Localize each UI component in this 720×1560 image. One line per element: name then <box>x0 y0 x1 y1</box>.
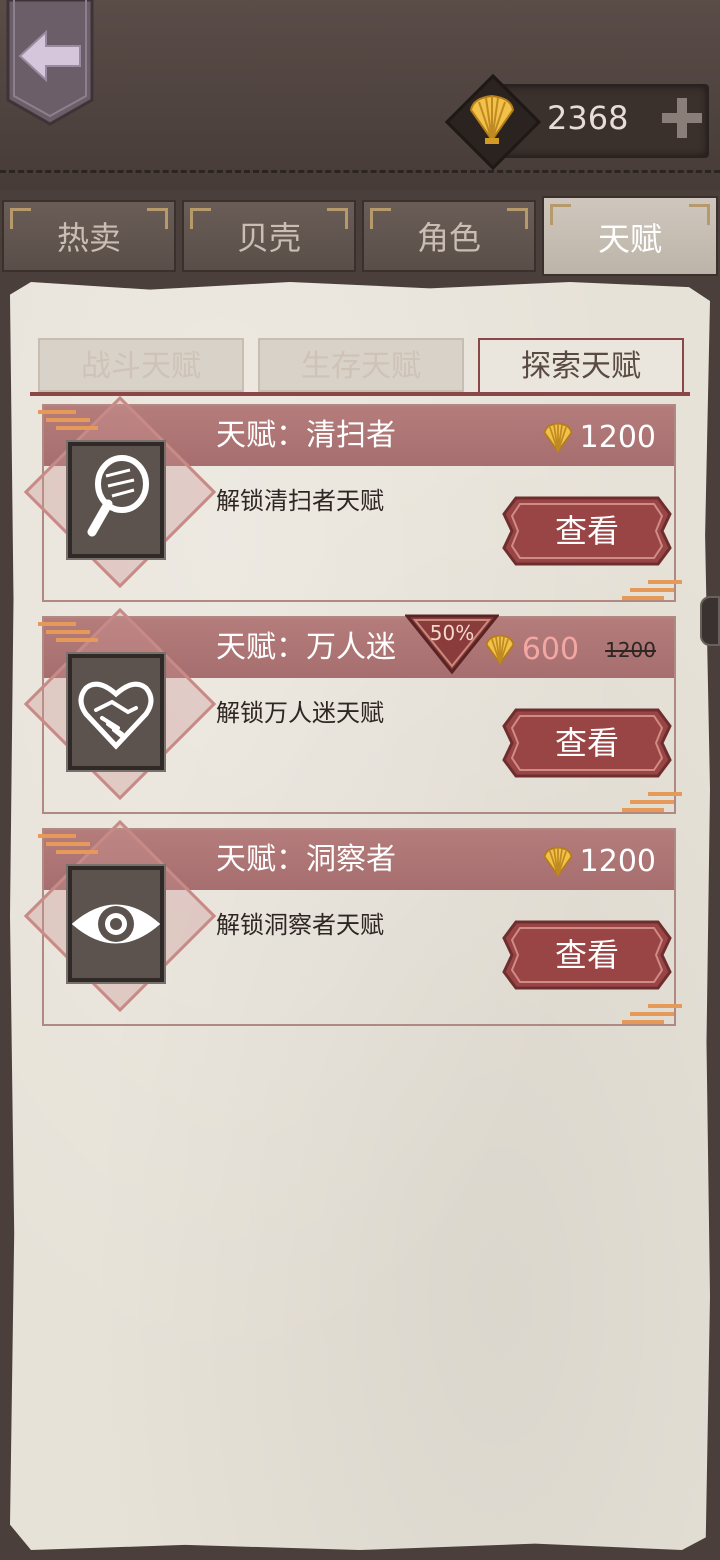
currency-amount: 2368 <box>547 99 629 137</box>
tab-corner-ornament <box>550 204 571 225</box>
view-button-label: 查看 <box>554 936 619 974</box>
cloud-ornament <box>38 622 98 642</box>
talent-price: 600 1200 <box>482 628 656 672</box>
view-button[interactable]: 查看 <box>502 496 672 566</box>
magnifying-glass-icon <box>87 455 149 537</box>
talent-title: 天赋：洞察者 <box>216 842 396 877</box>
tab-corner-ornament <box>147 208 168 229</box>
tab-corner-ornament <box>190 208 211 229</box>
handshake-heart-icon <box>78 681 154 750</box>
tab-hot-sale[interactable]: 热卖 <box>2 200 176 272</box>
talent-title: 天赋：万人迷 <box>216 630 396 665</box>
cloud-ornament <box>622 792 682 812</box>
tab-corner-ornament <box>10 208 31 229</box>
tab-talents[interactable]: 天赋 <box>542 196 718 276</box>
tab-corner-ornament <box>370 208 391 229</box>
talent-card-charmer: 天赋：万人迷 50% 600 1200 解锁万人迷天赋 查看 <box>23 607 682 814</box>
talent-icon-box <box>66 652 166 772</box>
tab-characters[interactable]: 角色 <box>362 200 536 272</box>
subtab-survival-talents[interactable]: 生存天赋 <box>258 338 464 392</box>
subtab-label: 生存天赋 <box>301 349 421 384</box>
talent-price: 1200 <box>540 840 656 884</box>
talent-icon-frame <box>23 395 217 602</box>
top-bar: 2368 <box>0 0 720 190</box>
view-button[interactable]: 查看 <box>502 920 672 990</box>
price-value: 1200 <box>579 420 656 455</box>
talent-card-observer: 天赋：洞察者 1200 解锁洞察者天赋 查看 <box>23 819 682 1026</box>
cloud-ornament <box>622 580 682 600</box>
talent-description: 解锁洞察者天赋 <box>216 911 384 939</box>
subtab-label: 战斗天赋 <box>81 349 201 384</box>
currency-display: 2368 <box>444 73 710 171</box>
shell-icon <box>543 422 572 453</box>
original-price: 1200 <box>605 638 656 662</box>
side-drawer-handle[interactable] <box>700 596 720 646</box>
shell-icon <box>543 846 572 877</box>
cloud-ornament <box>622 1004 682 1024</box>
back-button[interactable] <box>6 0 94 126</box>
talent-title: 天赋：清扫者 <box>216 418 396 453</box>
subtab-exploration-talents[interactable]: 探索天赋 <box>478 338 684 396</box>
talent-icon-box <box>66 440 166 560</box>
shell-icon <box>485 634 515 665</box>
cloud-ornament <box>38 410 98 430</box>
tab-label: 热卖 <box>56 219 121 257</box>
subtab-label: 探索天赋 <box>521 349 641 384</box>
cloud-ornament <box>38 834 98 854</box>
talent-price: 1200 <box>540 416 656 460</box>
tab-shells[interactable]: 贝壳 <box>182 200 356 272</box>
talent-description: 解锁万人迷天赋 <box>216 699 384 727</box>
plus-icon[interactable] <box>660 96 704 140</box>
subtab-underline <box>30 392 690 396</box>
view-button-label: 查看 <box>554 512 619 550</box>
tab-label: 角色 <box>416 219 481 257</box>
talent-card-sweeper: 天赋：清扫者 1200 解锁清扫者天赋 查看 <box>23 395 682 602</box>
tab-label: 天赋 <box>597 220 662 258</box>
price-value: 1200 <box>579 844 656 879</box>
tab-label: 贝壳 <box>236 219 301 257</box>
talent-icon-box <box>66 864 166 984</box>
eye-icon <box>71 904 161 944</box>
shell-icon <box>469 94 515 144</box>
view-button[interactable]: 查看 <box>502 708 672 778</box>
view-button-label: 查看 <box>554 724 619 762</box>
sale-price-value: 600 <box>521 632 580 667</box>
tab-corner-ornament <box>689 204 710 225</box>
tab-corner-ornament <box>507 208 528 229</box>
stitch-divider <box>0 170 720 173</box>
tab-corner-ornament <box>327 208 348 229</box>
talent-description: 解锁清扫者天赋 <box>216 487 384 515</box>
subtab-combat-talents[interactable]: 战斗天赋 <box>38 338 244 392</box>
talent-icon-frame <box>23 607 217 814</box>
talent-icon-frame <box>23 819 217 1026</box>
